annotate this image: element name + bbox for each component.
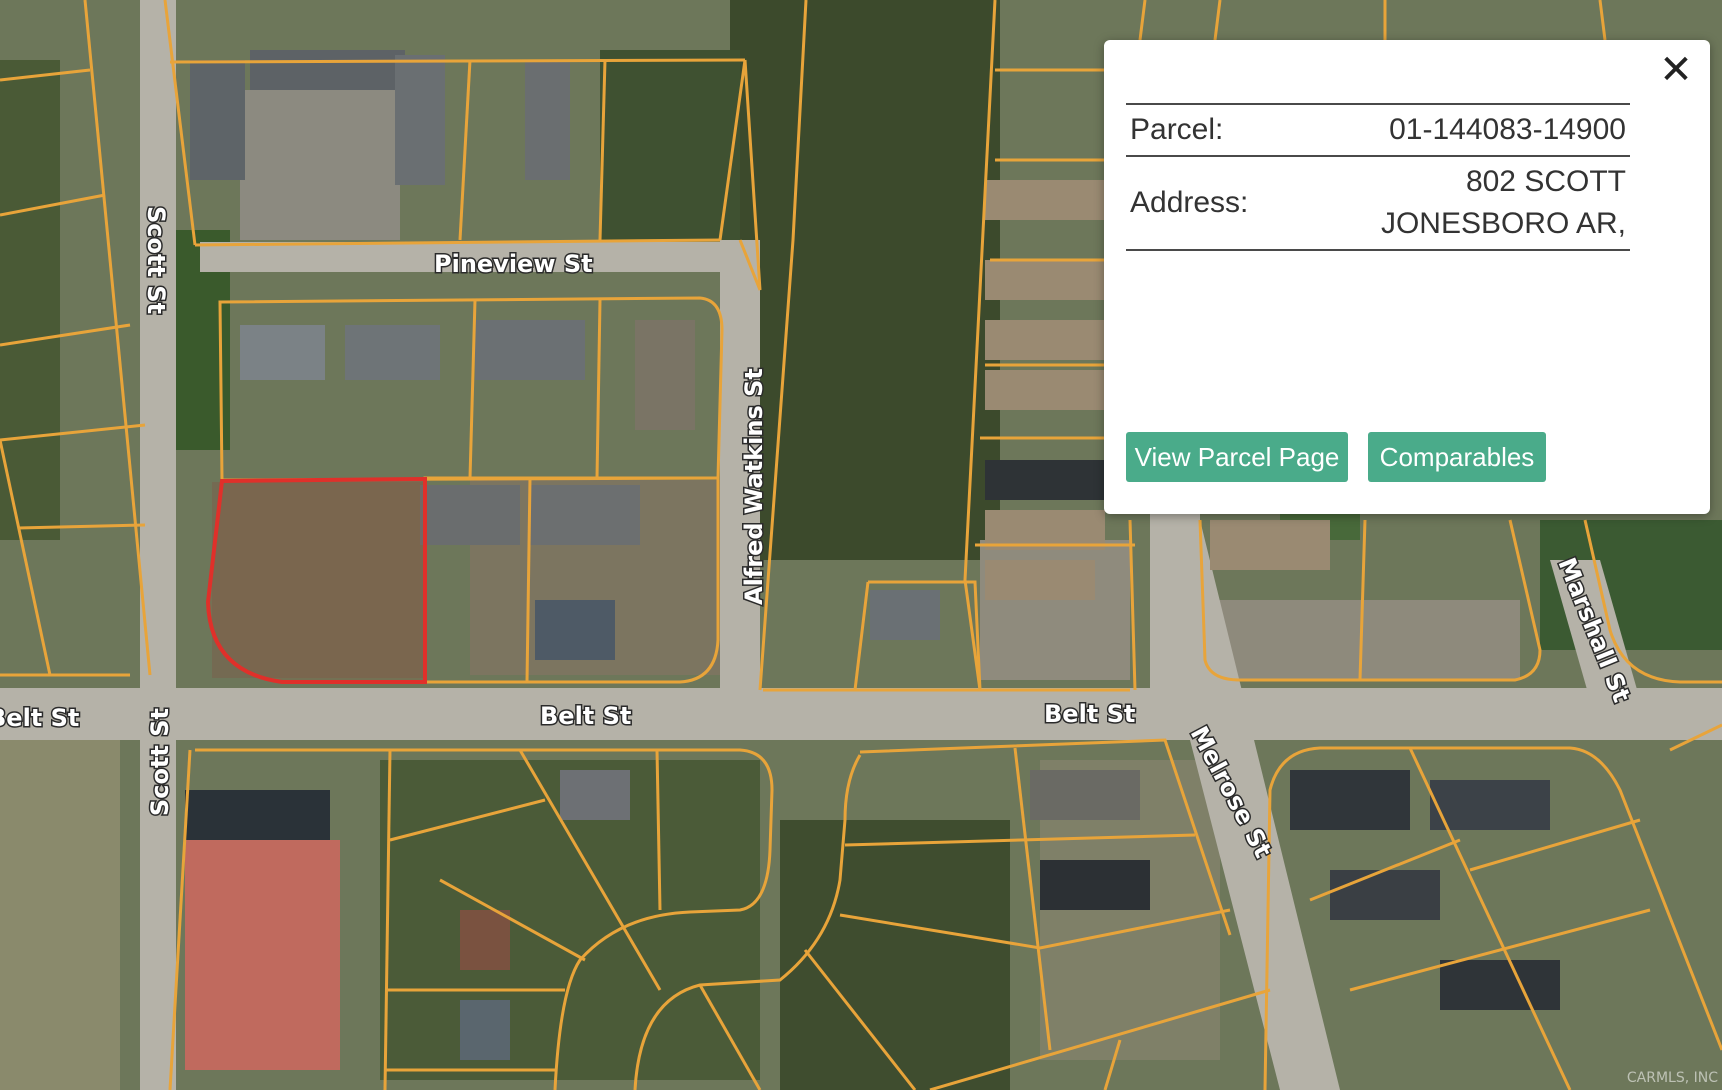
address-value: 802 SCOTT JONESBORO AR, [1381,161,1626,245]
street-label-scott-south: Scott St [146,708,174,816]
parcel-row: Parcel: 01-144083-14900 [1126,105,1630,157]
address-row: Address: 802 SCOTT JONESBORO AR, [1126,157,1630,251]
address-line-1: 802 SCOTT [1465,165,1626,198]
close-icon[interactable]: ✕ [1656,50,1696,90]
comparables-button[interactable]: Comparables [1368,432,1546,482]
street-label-scott-north: Scott St [142,206,170,314]
street-label-alfred-watkins: Alfred Watkins St [740,368,768,605]
selected-parcel-outline[interactable] [205,476,427,684]
parcel-label: Parcel: [1130,113,1224,146]
street-label-belt-center: Belt St [540,702,631,730]
parcel-value: 01-144083-14900 [1389,113,1626,146]
address-label: Address: [1130,186,1249,219]
street-label-pineview: Pineview St [434,250,593,278]
parcel-info-popup: ✕ Parcel: 01-144083-14900 Address: 802 S… [1104,40,1710,514]
street-label-belt-east: Belt St [1044,700,1135,728]
street-label-belt-west: Belt St [0,704,79,732]
view-parcel-page-button[interactable]: View Parcel Page [1126,432,1348,482]
address-line-2: JONESBORO AR, [1380,207,1626,240]
map-watermark: CARMLS, INC [1626,1070,1718,1086]
parcel-info-table: Parcel: 01-144083-14900 Address: 802 SCO… [1126,103,1630,251]
